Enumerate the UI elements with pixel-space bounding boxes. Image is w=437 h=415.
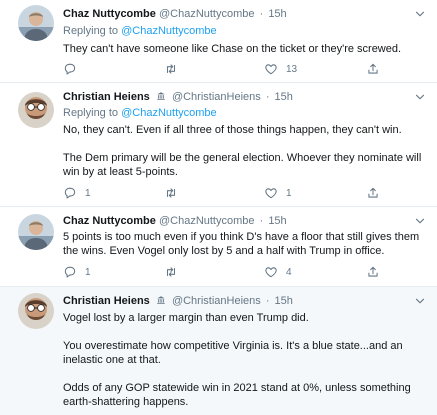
tweet-text: Vogel lost by a larger margin than even … <box>63 311 423 409</box>
tweet-actions: 1 1 <box>63 185 403 201</box>
tweet-header: Christian Heiens @ChristianHeiens · 15h <box>63 90 423 104</box>
tweet-line: Odds of any GOP statewide win in 2021 st… <box>63 382 411 394</box>
tweet-header: Christian Heiens @ChristianHeiens · 15h <box>63 294 423 308</box>
reply-count: 1 <box>85 187 91 199</box>
tweet-header: Chaz Nuttycombe @ChazNuttycombe · 15h <box>63 7 423 21</box>
tweet-focused[interactable]: Christian Heiens @ChristianHeiens · 15h … <box>0 287 437 415</box>
like-button[interactable]: 13 <box>264 61 297 77</box>
mention-link[interactable]: @ChazNuttycombe <box>121 25 217 37</box>
replying-to: Replying to @ChazNuttycombe <box>63 24 423 38</box>
tweet-header: Chaz Nuttycombe @ChazNuttycombe · 15h <box>63 214 423 228</box>
reply-button[interactable] <box>63 61 77 77</box>
tweet-line: No, they can't. Even if all three of tho… <box>63 124 402 136</box>
reply-button[interactable]: 1 <box>63 185 91 201</box>
chevron-down-icon[interactable] <box>413 214 427 228</box>
share-button[interactable] <box>366 185 380 201</box>
tweet-line: earth-shattering happens. <box>63 396 189 408</box>
tweet-line: 5 points is too much even if you think D… <box>63 231 420 243</box>
chevron-down-icon[interactable] <box>413 294 427 308</box>
tweet-line: inelastic one at that. <box>63 354 161 366</box>
like-count: 1 <box>286 187 292 199</box>
like-button[interactable]: 4 <box>264 264 292 280</box>
tweet-text: They can't have someone like Chase on th… <box>63 42 423 56</box>
heart-icon <box>264 186 278 200</box>
heart-icon <box>264 62 278 76</box>
avatar[interactable] <box>18 5 54 41</box>
tweet-line: Vogel lost by a larger margin than even … <box>63 312 309 324</box>
heart-icon <box>264 265 278 279</box>
user-handle[interactable]: @ChazNuttycombe <box>159 8 255 20</box>
tweet-line: win by at least 5-points. <box>63 166 178 178</box>
display-name[interactable]: Christian Heiens <box>63 91 150 103</box>
avatar[interactable] <box>18 92 54 128</box>
display-name[interactable]: Chaz Nuttycombe <box>63 8 156 20</box>
reply-icon <box>63 265 77 279</box>
government-building-icon <box>156 91 166 101</box>
retweet-icon <box>164 186 178 200</box>
replying-to: Replying to @ChazNuttycombe <box>63 106 423 120</box>
government-building-icon <box>156 295 166 305</box>
reply-count: 1 <box>85 266 91 278</box>
retweet-button[interactable] <box>164 61 178 77</box>
tweet-thread: Chaz Nuttycombe @ChazNuttycombe · 15h Re… <box>0 0 437 415</box>
timestamp[interactable]: 15h <box>275 295 293 307</box>
tweet[interactable]: Chaz Nuttycombe @ChazNuttycombe · 15h Re… <box>0 0 437 83</box>
display-name[interactable]: Chaz Nuttycombe <box>63 215 156 227</box>
retweet-button[interactable] <box>164 185 178 201</box>
retweet-button[interactable] <box>164 264 178 280</box>
share-button[interactable] <box>366 61 380 77</box>
separator: · <box>259 215 264 227</box>
share-icon <box>366 265 380 279</box>
like-count: 13 <box>286 63 298 75</box>
user-handle[interactable]: @ChazNuttycombe <box>159 215 255 227</box>
reply-icon <box>63 62 77 76</box>
tweet-line: They can't have someone like Chase on th… <box>63 43 402 55</box>
reply-icon <box>63 186 77 200</box>
replying-prefix: Replying to <box>63 25 119 37</box>
avatar[interactable] <box>18 214 54 250</box>
user-handle[interactable]: @ChristianHeiens <box>172 295 261 307</box>
share-icon <box>366 186 380 200</box>
timestamp[interactable]: 15h <box>275 91 293 103</box>
tweet-actions: 1 4 <box>63 264 403 280</box>
retweet-icon <box>164 265 178 279</box>
separator: · <box>265 295 270 307</box>
share-icon <box>366 62 380 76</box>
tweet-text: 5 points is too much even if you think D… <box>63 230 423 258</box>
retweet-icon <box>164 62 178 76</box>
like-button[interactable]: 1 <box>264 185 292 201</box>
mention-link[interactable]: @ChazNuttycombe <box>121 107 217 119</box>
replying-prefix: Replying to <box>63 107 119 119</box>
tweet-actions: 13 <box>63 61 403 77</box>
tweet-text: No, they can't. Even if all three of tho… <box>63 123 423 179</box>
like-count: 4 <box>286 266 292 278</box>
avatar[interactable] <box>18 293 54 329</box>
separator: · <box>259 8 264 20</box>
display-name[interactable]: Christian Heiens <box>63 295 150 307</box>
share-button[interactable] <box>366 264 380 280</box>
tweet-line: You overestimate how competitive Virgini… <box>63 340 403 352</box>
reply-button[interactable]: 1 <box>63 264 91 280</box>
tweet-line: the wins. Even Vogel only lost by 5 and … <box>63 245 385 257</box>
separator: · <box>265 91 270 103</box>
tweet-line: The Dem primary will be the general elec… <box>63 152 422 164</box>
chevron-down-icon[interactable] <box>413 7 427 21</box>
tweet[interactable]: Christian Heiens @ChristianHeiens · 15h … <box>0 83 437 207</box>
timestamp[interactable]: 15h <box>268 8 286 20</box>
timestamp[interactable]: 15h <box>268 215 286 227</box>
user-handle[interactable]: @ChristianHeiens <box>172 91 261 103</box>
chevron-down-icon[interactable] <box>413 90 427 104</box>
tweet[interactable]: Chaz Nuttycombe @ChazNuttycombe · 15h 5 … <box>0 207 437 287</box>
